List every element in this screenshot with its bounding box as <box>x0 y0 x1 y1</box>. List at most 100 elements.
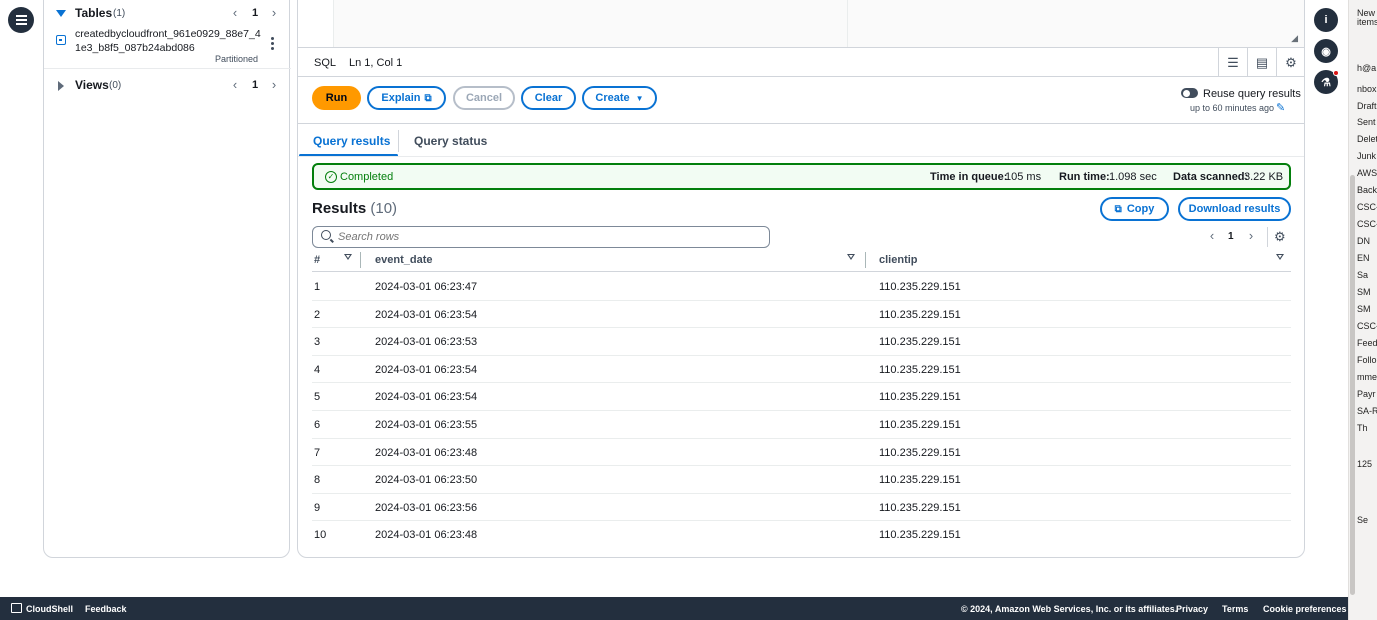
cancel-button[interactable]: Cancel <box>453 86 515 110</box>
mail-folder-item[interactable]: SM <box>1357 304 1371 314</box>
chevron-right-icon[interactable]: › <box>268 78 280 92</box>
mail-folder-item[interactable]: AWS- <box>1357 168 1377 178</box>
tables-page-number[interactable]: 1 <box>252 7 258 19</box>
chevron-right-icon[interactable]: › <box>268 6 280 20</box>
results-title: Results <box>312 200 367 217</box>
edit-icon[interactable]: ✎ <box>1276 101 1285 114</box>
download-results-button[interactable]: Download results <box>1178 197 1291 221</box>
time-in-queue-value: 105 ms <box>1005 171 1042 183</box>
chevron-left-icon[interactable]: ‹ <box>1206 229 1218 243</box>
chevron-left-icon[interactable]: ‹ <box>229 78 241 92</box>
mail-folder-item[interactable]: h@a <box>1357 63 1376 73</box>
row-index-cell: 6 <box>314 419 321 431</box>
clientip-cell: 110.235.229.151 <box>879 281 961 293</box>
hamburger-icon <box>15 19 27 21</box>
run-time-value: 1.098 sec <box>1109 171 1157 183</box>
mail-folder-item[interactable]: Feed <box>1357 338 1377 348</box>
caret-down-icon[interactable] <box>56 10 66 17</box>
data-explorer-panel: Tables (1) ‹ 1 › createdbycloudfront_961… <box>43 0 291 558</box>
table-row[interactable]: 6 2024-03-01 06:23:55 110.235.229.151 <box>312 411 1291 439</box>
clientip-cell: 110.235.229.151 <box>879 474 961 487</box>
mail-folder-item[interactable]: SM <box>1357 287 1371 297</box>
mail-folder-item[interactable]: Back <box>1357 185 1377 195</box>
table-row[interactable]: 3 2024-03-01 06:23:53 110.235.229.151 <box>312 328 1291 356</box>
column-header-clientip[interactable]: clientip <box>879 254 918 266</box>
chevron-left-icon[interactable]: ‹ <box>229 6 241 20</box>
table-name[interactable]: createdbycloudfront_961e0929_88e7_4 1e3_… <box>75 27 261 55</box>
table-row[interactable]: 2 2024-03-01 06:23:54 110.235.229.151 <box>312 301 1291 329</box>
chevron-right-icon[interactable]: › <box>1245 229 1257 243</box>
mail-folder-item[interactable]: Draft <box>1357 101 1377 111</box>
privacy-link[interactable]: Privacy <box>1176 604 1208 614</box>
mail-folder-item[interactable]: CSC- <box>1357 202 1377 212</box>
views-section-header[interactable]: Views (0) ‹ 1 › <box>44 77 291 97</box>
mail-folder-item[interactable]: DN <box>1357 236 1370 246</box>
scrollbar[interactable] <box>1350 175 1355 595</box>
mail-folder-item[interactable]: mme <box>1357 372 1377 382</box>
caret-right-icon[interactable] <box>58 81 64 91</box>
table-row[interactable]: 5 2024-03-01 06:23:54 110.235.229.151 <box>312 383 1291 411</box>
table-row[interactable]: 4 2024-03-01 06:23:54 110.235.229.151 <box>312 356 1291 384</box>
clear-button[interactable]: Clear <box>521 86 576 110</box>
mail-folder-item[interactable]: 125 <box>1357 459 1372 469</box>
mail-folder-item[interactable]: Th <box>1357 423 1368 433</box>
mail-folder-item[interactable]: Sa <box>1357 270 1368 280</box>
mail-folder-item[interactable]: CSC- <box>1357 321 1377 331</box>
mail-folder-item[interactable]: items <box>1357 17 1377 27</box>
mail-folder-item[interactable]: EN <box>1357 253 1370 263</box>
navigation-menu-button[interactable] <box>8 7 34 33</box>
table-list-item[interactable]: createdbycloudfront_961e0929_88e7_4 1e3_… <box>44 25 291 65</box>
table-preferences-icon[interactable]: ⚙ <box>1274 229 1286 245</box>
format-query-icon[interactable]: ☰ <box>1218 48 1247 77</box>
table-row[interactable]: 10 2024-03-01 06:23:48 110.235.229.151 <box>312 521 1291 549</box>
event-date-cell: 2024-03-01 06:23:53 <box>375 336 478 349</box>
table-row[interactable]: 1 2024-03-01 06:23:47 110.235.229.151 <box>312 273 1291 301</box>
mail-folder-item[interactable]: Junk <box>1357 151 1376 161</box>
column-header-event-date[interactable]: event_date <box>375 254 432 266</box>
mail-folder-item[interactable]: Follo <box>1357 355 1377 365</box>
search-rows-field[interactable] <box>312 226 770 248</box>
editor-settings-icon[interactable]: ⚙ <box>1276 48 1304 77</box>
filter-icon[interactable] <box>847 254 855 260</box>
more-options-icon[interactable] <box>271 37 275 51</box>
shortcuts-panel-icon[interactable]: ▤ <box>1247 48 1276 77</box>
feedback-link[interactable]: Feedback <box>85 604 127 614</box>
results-page-number[interactable]: 1 <box>1228 231 1234 242</box>
filter-icon[interactable] <box>1276 254 1284 260</box>
explain-button[interactable]: Explain ⧉ <box>367 86 446 110</box>
mail-folder-item[interactable]: Delet <box>1357 134 1377 144</box>
editor-language: SQL <box>314 57 337 69</box>
feedback-panel-icon[interactable]: ◉ <box>1314 39 1338 63</box>
tab-query-status[interactable]: Query status <box>414 134 487 148</box>
mail-folder-item[interactable]: Sent <box>1357 117 1376 127</box>
create-dropdown-button[interactable]: Create ▼ <box>582 86 657 110</box>
table-row[interactable]: 9 2024-03-01 06:23:56 110.235.229.151 <box>312 494 1291 522</box>
tab-query-results[interactable]: Query results <box>313 134 390 148</box>
terms-link[interactable]: Terms <box>1222 604 1248 614</box>
search-rows-input[interactable] <box>338 229 758 245</box>
filter-icon[interactable] <box>344 254 352 260</box>
mail-folder-item[interactable]: Se <box>1357 515 1368 525</box>
mail-folder-item[interactable]: nbox <box>1357 84 1377 94</box>
tables-section-header[interactable]: Tables (1) ‹ 1 › <box>44 5 291 25</box>
editor-status-bar: SQL Ln 1, Col 1 ☰ ▤ ⚙ <box>298 47 1304 77</box>
views-page-number[interactable]: 1 <box>252 79 258 91</box>
info-icon[interactable]: i <box>1314 8 1338 32</box>
table-row[interactable]: 7 2024-03-01 06:23:48 110.235.229.151 <box>312 439 1291 467</box>
reuse-results-toggle[interactable] <box>1181 88 1198 98</box>
expand-table-icon[interactable] <box>56 35 66 45</box>
event-date-cell: 2024-03-01 06:23:54 <box>375 391 478 404</box>
mail-folder-item[interactable]: SA-R <box>1357 406 1377 416</box>
sql-editor[interactable]: ◢ <box>334 0 1304 47</box>
copy-button[interactable]: ⧉ Copy <box>1100 197 1169 221</box>
cloudshell-icon[interactable] <box>11 603 22 613</box>
resize-handle-icon[interactable]: ◢ <box>1291 33 1298 44</box>
mail-folder-item[interactable]: CSC- <box>1357 219 1377 229</box>
table-row[interactable]: 8 2024-03-01 06:23:50 110.235.229.151 <box>312 466 1291 494</box>
cloudshell-link[interactable]: CloudShell <box>26 604 73 614</box>
mail-folder-item[interactable]: Payr <box>1357 389 1376 399</box>
cookie-preferences-link[interactable]: Cookie preferences <box>1263 604 1347 614</box>
column-header-index[interactable]: # <box>314 254 320 266</box>
run-button[interactable]: Run <box>312 86 361 110</box>
clientip-cell: 110.235.229.151 <box>879 336 961 349</box>
